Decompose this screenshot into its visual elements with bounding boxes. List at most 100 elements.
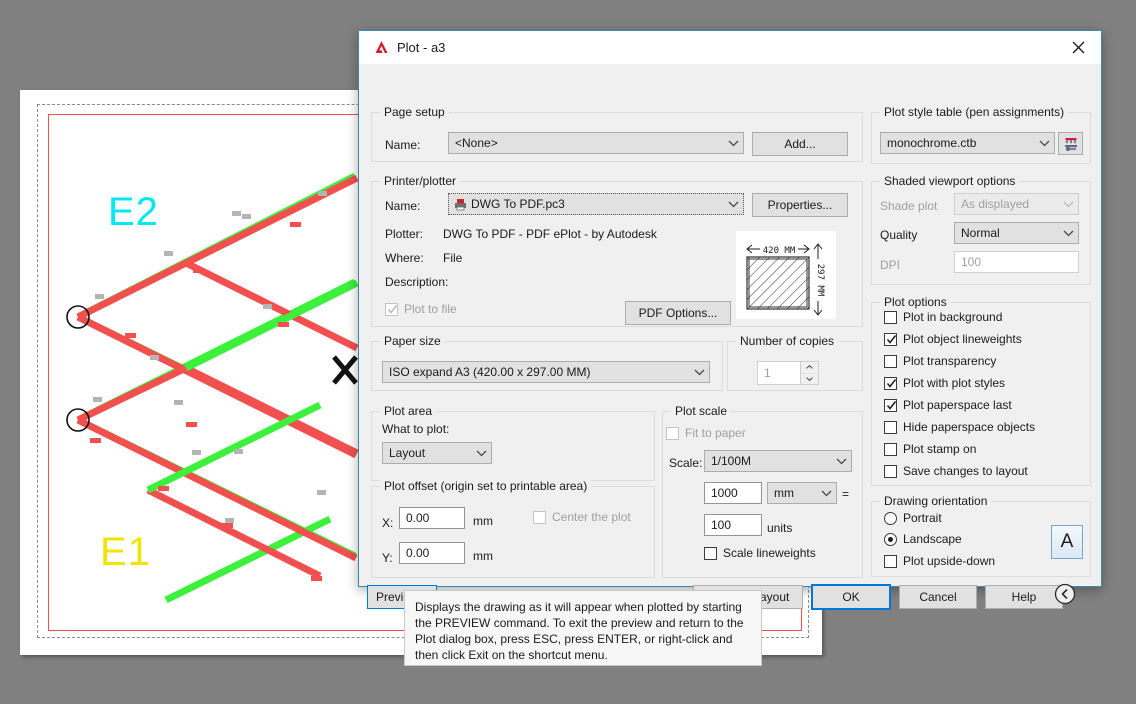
cancel-button[interactable]: Cancel — [899, 585, 977, 609]
scale-combo[interactable]: 1/100M — [704, 450, 852, 472]
plot-option-label: Hide paperspace objects — [903, 420, 1036, 434]
scale-value: 1/100M — [711, 454, 752, 468]
plotter-value: DWG To PDF - PDF ePlot - by Autodesk — [443, 227, 657, 241]
dpi-value: 100 — [961, 255, 982, 269]
plot-option-label: Plot stamp on — [903, 442, 977, 456]
radio-circle — [884, 511, 897, 525]
checkbox-box — [884, 310, 897, 324]
checkbox-box — [666, 426, 679, 440]
dialog-titlebar[interactable]: Plot - a3 — [359, 31, 1101, 64]
plot-option-plot-transparency[interactable]: Plot transparency — [884, 354, 996, 368]
center-the-plot-checkbox[interactable]: Center the plot — [533, 510, 631, 524]
plot-option-plot-paperspace-last[interactable]: Plot paperspace last — [884, 398, 1012, 412]
scale-lineweights-label: Scale lineweights — [723, 546, 816, 560]
shaded-viewport-title: Shaded viewport options — [880, 174, 1020, 188]
checkbox-box — [884, 398, 897, 412]
paper-size-combo[interactable]: ISO expand A3 (420.00 x 297.00 MM) — [382, 361, 710, 383]
scale-denominator-input[interactable]: 100 — [704, 514, 762, 536]
plot-option-plot-object-lineweights[interactable]: Plot object lineweights — [884, 332, 1022, 346]
offset-x-unit: mm — [473, 514, 493, 528]
plotter-name-label: Name: — [385, 199, 421, 213]
pdf-options-button[interactable]: PDF Options... — [625, 301, 731, 325]
checkbox-box — [884, 554, 897, 568]
dpi-label: DPI — [880, 258, 901, 272]
stepper-up-icon[interactable] — [801, 362, 818, 374]
plot-area-title: Plot area — [380, 404, 437, 418]
copies-stepper[interactable]: 1 — [757, 361, 819, 385]
plot-option-plot-in-background[interactable]: Plot in background — [884, 310, 1002, 324]
checkbox-box — [385, 302, 398, 316]
page-setup-name-value: <None> — [455, 136, 498, 150]
copies-title: Number of copies — [736, 334, 839, 348]
chevron-down-icon — [471, 450, 491, 457]
orientation-landscape-label: Landscape — [903, 532, 962, 546]
add-page-setup-button[interactable]: Add... — [752, 132, 848, 156]
checkbox-box — [884, 354, 897, 368]
plot-offset-title: Plot offset (origin set to printable are… — [380, 479, 592, 493]
plot-to-file-checkbox[interactable]: Plot to file — [385, 302, 457, 316]
svg-text:297 MM: 297 MM — [815, 264, 825, 297]
description-label: Description: — [385, 275, 449, 289]
stepper-buttons[interactable] — [800, 362, 818, 384]
stepper-down-icon[interactable] — [801, 373, 818, 384]
plot-upside-down-checkbox[interactable]: Plot upside-down — [884, 554, 995, 568]
shade-plot-value: As displayed — [961, 197, 1030, 211]
help-button[interactable]: Help — [985, 585, 1063, 609]
orientation-preview-icon: A — [1051, 525, 1083, 559]
orientation-landscape-radio[interactable]: Landscape — [884, 532, 962, 546]
chevron-down-icon — [1058, 230, 1078, 237]
plot-option-label: Plot object lineweights — [903, 332, 1022, 346]
page-setup-name-combo[interactable]: <None> — [448, 132, 744, 154]
autocad-logo-icon — [375, 41, 388, 53]
copies-value: 1 — [764, 366, 771, 380]
paper-preview-thumbnail: 420 MM 297 MM — [736, 231, 836, 319]
chevron-down-icon — [1058, 201, 1078, 208]
plotter-properties-button[interactable]: Properties... — [752, 193, 848, 217]
close-icon[interactable] — [1055, 31, 1101, 64]
what-to-plot-combo[interactable]: Layout — [382, 442, 492, 464]
fit-to-paper-checkbox[interactable]: Fit to paper — [666, 426, 746, 440]
plot-style-table-combo[interactable]: monochrome.ctb — [880, 132, 1055, 154]
shade-plot-label: Shade plot — [880, 199, 938, 213]
scale-unit-combo[interactable]: mm — [767, 482, 837, 504]
drawing-orientation-title: Drawing orientation — [880, 494, 992, 508]
orientation-portrait-radio[interactable]: Portrait — [884, 511, 942, 525]
plot-option-plot-stamp-on[interactable]: Plot stamp on — [884, 442, 976, 456]
preview-button-tooltip: Displays the drawing as it will appear w… — [404, 590, 762, 666]
dpi-input: 100 — [954, 251, 1079, 273]
plot-option-label: Save changes to layout — [903, 464, 1028, 478]
scale-numerator-value: 1000 — [711, 486, 738, 500]
plot-offset-group: Plot offset (origin set to printable are… — [371, 479, 655, 578]
dialog-body: Page setup Name: <None> Add... Printer/p… — [359, 64, 1101, 610]
offset-x-input[interactable]: 0.00 — [399, 507, 465, 529]
quality-combo[interactable]: Normal — [954, 222, 1079, 244]
plotter-name-combo[interactable]: DWG To PDF.pc3 — [448, 193, 744, 215]
orientation-preview-glyph: A — [1060, 531, 1074, 552]
offset-y-value: 0.00 — [406, 546, 430, 560]
plot-option-hide-paperspace-objects[interactable]: Hide paperspace objects — [884, 420, 1035, 434]
checkbox-box — [884, 376, 897, 390]
what-to-plot-value: Layout — [389, 446, 426, 460]
plot-option-plot-with-plot-styles[interactable]: Plot with plot styles — [884, 376, 1005, 390]
plotter-label: Plotter: — [385, 227, 424, 241]
scale-numerator-input[interactable]: 1000 — [704, 482, 762, 504]
plot-option-save-changes-to-layout[interactable]: Save changes to layout — [884, 464, 1028, 478]
plot-option-label: Plot with plot styles — [903, 376, 1006, 390]
ok-button[interactable]: OK — [811, 584, 891, 610]
radio-circle — [884, 532, 897, 546]
paper-size-title: Paper size — [380, 334, 445, 348]
collapse-left-chevron-icon[interactable] — [1054, 583, 1076, 605]
chevron-down-icon — [831, 458, 851, 465]
plot-option-label: Plot in background — [903, 310, 1003, 324]
page-setup-name-label: Name: — [385, 138, 421, 152]
plot-dialog: Plot - a3 Page setup Name: <None> Add...… — [358, 30, 1102, 610]
plot-option-label: Plot transparency — [903, 354, 997, 368]
dialog-title: Plot - a3 — [397, 40, 446, 55]
what-to-plot-label: What to plot: — [382, 422, 450, 436]
plot-style-table-edit-button[interactable] — [1058, 132, 1083, 155]
plot-option-label: Plot paperspace last — [903, 398, 1012, 412]
offset-x-value: 0.00 — [406, 511, 430, 525]
scale-lineweights-checkbox[interactable]: Scale lineweights — [704, 546, 816, 560]
checkbox-box — [884, 420, 897, 434]
offset-y-input[interactable]: 0.00 — [399, 542, 465, 564]
